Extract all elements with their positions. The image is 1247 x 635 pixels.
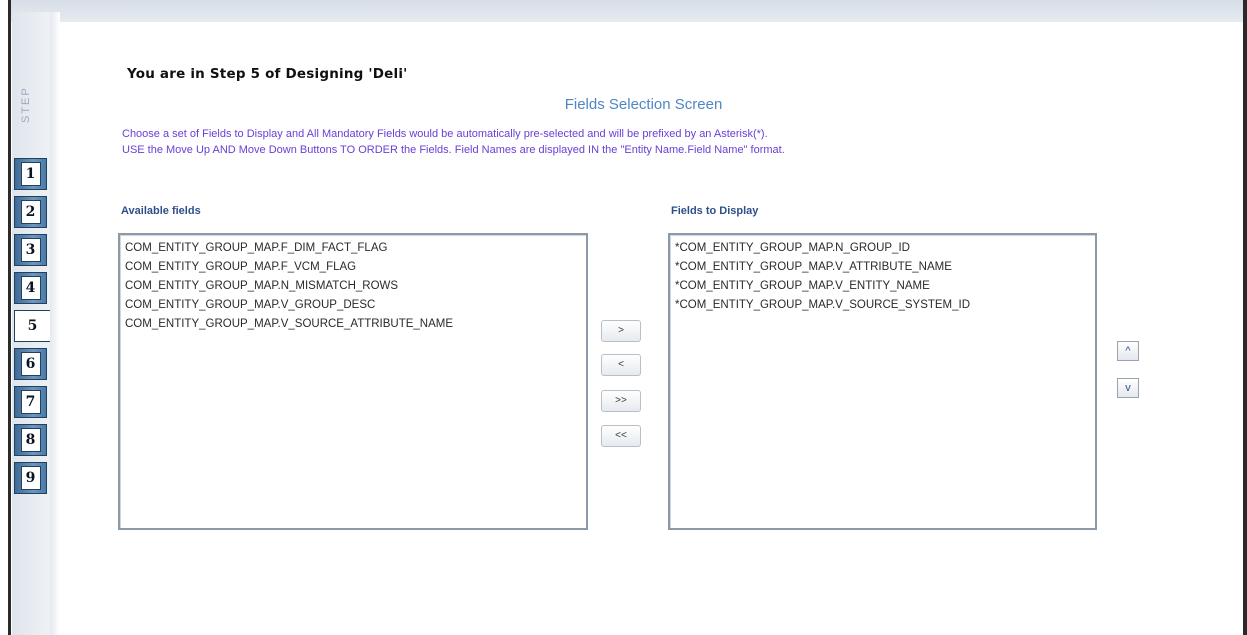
move-down-button[interactable]: v	[1117, 378, 1139, 398]
move-right-button[interactable]: >	[601, 320, 641, 342]
step-tab-label: 4	[20, 276, 41, 300]
step-tab-4[interactable]: 4	[14, 272, 47, 304]
move-left-button[interactable]: <	[601, 354, 641, 376]
list-item[interactable]: COM_ENTITY_GROUP_MAP.V_SOURCE_ATTRIBUTE_…	[125, 315, 581, 334]
fields-to-display-list[interactable]: *COM_ENTITY_GROUP_MAP.N_GROUP_ID *COM_EN…	[668, 233, 1097, 530]
list-item[interactable]: *COM_ENTITY_GROUP_MAP.V_ATTRIBUTE_NAME	[675, 258, 1090, 277]
screen-title: Fields Selection Screen	[564, 96, 723, 113]
step-tab-label: 8	[20, 428, 41, 452]
step-tab-1[interactable]: 1	[14, 158, 47, 190]
fields-to-display-label: Fields to Display	[671, 205, 759, 217]
instruction-line: USE the Move Up AND Move Down Buttons TO…	[122, 144, 785, 156]
list-item[interactable]: COM_ENTITY_GROUP_MAP.F_DIM_FACT_FLAG	[125, 239, 581, 258]
step-tab-label: 9	[20, 466, 41, 490]
list-item[interactable]: *COM_ENTITY_GROUP_MAP.V_SOURCE_SYSTEM_ID	[675, 296, 1090, 315]
step-tab-label: 2	[20, 200, 41, 224]
step-tab-9[interactable]: 9	[14, 462, 47, 494]
step-tab-label: 7	[20, 390, 41, 414]
available-fields-list[interactable]: COM_ENTITY_GROUP_MAP.F_DIM_FACT_FLAG COM…	[118, 233, 588, 530]
move-all-left-button[interactable]: <<	[601, 425, 641, 447]
step-tab-label: 1	[20, 162, 41, 186]
list-item[interactable]: COM_ENTITY_GROUP_MAP.V_GROUP_DESC	[125, 296, 581, 315]
move-up-button[interactable]: ^	[1117, 341, 1139, 361]
step-tab-2[interactable]: 2	[14, 196, 47, 228]
step-tab-label: 5	[23, 315, 42, 337]
step-tab-6[interactable]: 6	[14, 348, 47, 380]
list-item[interactable]: COM_ENTITY_GROUP_MAP.N_MISMATCH_ROWS	[125, 277, 581, 296]
move-all-right-button[interactable]: >>	[601, 390, 641, 412]
step-tab-7[interactable]: 7	[14, 386, 47, 418]
step-tab-5[interactable]: 5	[14, 310, 50, 342]
step-tab-3[interactable]: 3	[14, 234, 47, 266]
top-bar	[11, 0, 1247, 22]
list-item[interactable]: *COM_ENTITY_GROUP_MAP.N_GROUP_ID	[675, 239, 1090, 258]
list-item[interactable]: *COM_ENTITY_GROUP_MAP.V_ENTITY_NAME	[675, 277, 1090, 296]
list-item[interactable]: COM_ENTITY_GROUP_MAP.F_VCM_FLAG	[125, 258, 581, 277]
instructions: Choose a set of Fields to Display and Al…	[122, 126, 1122, 158]
instruction-line: Choose a set of Fields to Display and Al…	[122, 128, 768, 140]
page-heading: You are in Step 5 of Designing 'Deli'	[127, 66, 408, 82]
available-fields-label: Available fields	[121, 205, 201, 217]
step-tab-8[interactable]: 8	[14, 424, 47, 456]
step-tab-label: 3	[20, 238, 41, 262]
step-tab-label: 6	[20, 352, 41, 376]
